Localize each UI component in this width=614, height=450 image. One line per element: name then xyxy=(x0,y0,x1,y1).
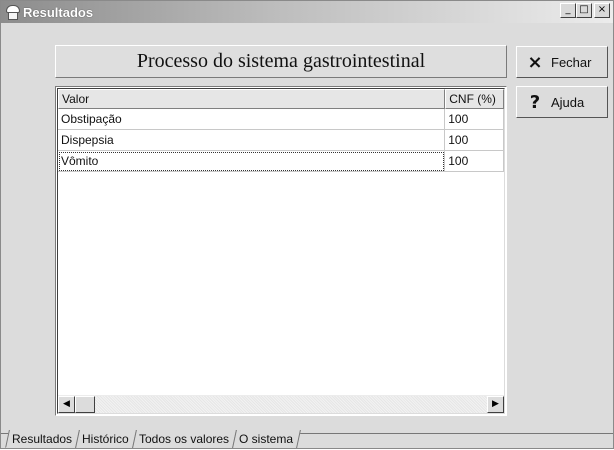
horizontal-scrollbar[interactable]: ◀ ▶ xyxy=(58,395,504,413)
close-x-icon: × xyxy=(527,51,543,73)
window-controls: _ □ × xyxy=(560,3,610,18)
column-header-valor[interactable]: Valor xyxy=(58,89,446,109)
table-row[interactable]: Dispepsia 100 xyxy=(58,130,504,151)
maximize-button[interactable]: □ xyxy=(576,3,592,18)
grid-rows: Obstipação 100 Dispepsia 100 Vômito 100 xyxy=(58,109,504,172)
header-panel: Processo do sistema gastrointestinal xyxy=(55,45,507,78)
column-header-cnf[interactable]: CNF (%) xyxy=(445,89,504,109)
table-row[interactable]: Vômito 100 xyxy=(58,151,504,172)
table-row[interactable]: Obstipação 100 xyxy=(58,109,504,130)
cell-cnf[interactable]: 100 xyxy=(445,151,504,172)
scroll-thumb[interactable] xyxy=(75,395,95,413)
cell-cnf[interactable]: 100 xyxy=(445,109,504,130)
scroll-left-icon[interactable]: ◀ xyxy=(58,395,75,413)
bottom-tabs: Resultados Histórico Todos os valores O … xyxy=(1,430,613,450)
ajuda-label: Ajuda xyxy=(551,94,585,110)
tab-resultados[interactable]: Resultados xyxy=(5,430,80,448)
fechar-button[interactable]: × Fechar xyxy=(516,46,608,78)
grid-header: Valor CNF (%) xyxy=(58,89,504,109)
cell-valor[interactable]: Obstipação xyxy=(58,109,446,130)
cell-valor[interactable]: Vômito xyxy=(58,151,446,172)
ajuda-button[interactable]: ? Ajuda xyxy=(516,86,608,118)
results-window: Resultados _ □ × Processo do sistema gas… xyxy=(0,0,614,449)
fechar-label: Fechar xyxy=(551,54,592,70)
tab-todos-os-valores[interactable]: Todos os valores xyxy=(131,430,237,448)
help-question-icon: ? xyxy=(529,91,541,113)
chef-hat-icon xyxy=(5,5,20,20)
cell-valor[interactable]: Dispepsia xyxy=(58,130,446,151)
scroll-track[interactable] xyxy=(95,395,487,413)
minimize-button[interactable]: _ xyxy=(560,3,576,18)
tab-o-sistema[interactable]: O sistema xyxy=(231,430,301,448)
tab-historico[interactable]: Histórico xyxy=(75,430,137,448)
window-title: Resultados xyxy=(23,4,94,20)
results-grid[interactable]: Valor CNF (%) Obstipação 100 Dispepsia 1… xyxy=(55,86,507,416)
title-bar[interactable]: Resultados _ □ × xyxy=(1,1,613,23)
close-button[interactable]: × xyxy=(594,3,610,18)
page-title: Processo do sistema gastrointestinal xyxy=(136,50,426,72)
scroll-right-icon[interactable]: ▶ xyxy=(487,395,504,413)
cell-cnf[interactable]: 100 xyxy=(445,130,504,151)
